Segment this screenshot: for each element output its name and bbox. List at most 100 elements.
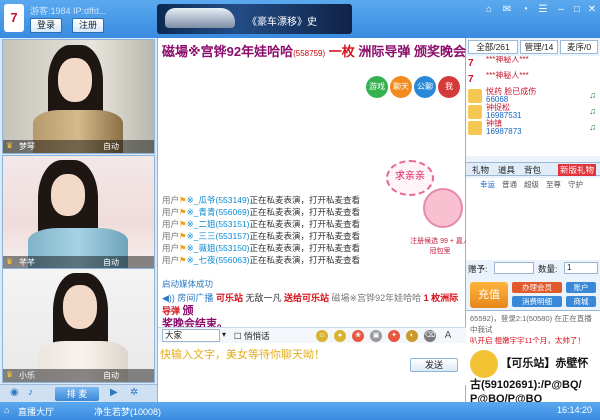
maximize-icon[interactable]: □: [570, 3, 584, 17]
quantity-select[interactable]: 1: [564, 262, 598, 274]
subtab-guard[interactable]: 守护: [568, 179, 583, 190]
send-button[interactable]: 发送: [410, 358, 458, 372]
clock: 16:14:20: [556, 405, 592, 415]
minimize-icon[interactable]: –: [554, 3, 568, 17]
room-name: 净生若梦(10008): [94, 407, 162, 417]
subtab-supreme[interactable]: 至尊: [546, 179, 561, 190]
color-icon[interactable]: ◐: [406, 330, 418, 342]
volume-icon[interactable]: ♪: [28, 387, 33, 398]
promo-messages: 65592)，登录2:1(50580) 在正在直播中我试 叭开启 棍嫩宇宇11个…: [466, 310, 600, 402]
video-slot-1[interactable]: ♛ 梦琴 自动: [2, 39, 155, 154]
camera-icon[interactable]: ▶: [110, 387, 118, 398]
tab-backpack[interactable]: 背包: [524, 164, 541, 176]
screenshot-icon[interactable]: ▣: [370, 330, 382, 342]
live-hall-link[interactable]: 直播大厅: [18, 405, 54, 418]
subtab-normal[interactable]: 普通: [502, 179, 517, 190]
list-item[interactable]: 悦药 脸已成伤 66068 ♫: [466, 88, 600, 104]
title-bar: 7 游客:1984 IP:dffd... 登录 注册 《豪车漂移》史 ⌂ ✉ ◔…: [0, 0, 600, 38]
wifi-icon[interactable]: ◔: [518, 3, 532, 17]
badge-icon: [470, 350, 498, 378]
pig-mascot-icon[interactable]: [423, 188, 463, 228]
list-item[interactable]: 7 ***神秘人***: [466, 56, 600, 72]
login-button[interactable]: 登录: [30, 18, 62, 33]
gear-icon[interactable]: ✲: [130, 387, 138, 398]
avatar: [468, 89, 482, 103]
flower-icon[interactable]: ❀: [352, 330, 364, 342]
skin-icon[interactable]: ⌂: [482, 3, 496, 17]
list-item[interactable]: 7 ***神秘人***: [466, 72, 600, 88]
message-icon[interactable]: ✉: [500, 3, 514, 17]
list-item[interactable]: 钟捉松 16987531 ♫: [466, 104, 600, 120]
app-logo: 7: [4, 4, 24, 32]
account-button[interactable]: 账户: [566, 282, 596, 293]
recipient-select[interactable]: 大家: [162, 329, 220, 342]
tab-props[interactable]: 道具: [498, 164, 515, 176]
gift-subtabs: 幸运 普通 超级 至尊 守护: [466, 178, 600, 190]
mic-toolbar: ◉ ♪ 排 麦 ▶ ✲: [0, 384, 157, 402]
subtab-super[interactable]: 超级: [524, 179, 539, 190]
speaker-icon[interactable]: ◉: [10, 387, 19, 398]
avatar: [468, 121, 482, 135]
gift-icon[interactable]: ✦: [388, 330, 400, 342]
media-status: 启动媒体成功: [162, 279, 214, 289]
clear-icon[interactable]: ⌫: [424, 330, 436, 342]
gift-form: 赠予: 数量: 1: [466, 261, 600, 277]
tab-new-gift[interactable]: 新版礼物: [558, 164, 597, 176]
video-slot-2[interactable]: ♛ 芊芊 自动: [2, 155, 155, 270]
chat-panel: 磁場※宫铧92年娃哈哈(558759) 一枚 洲际导弹 颁奖晚会结束。 游戏中心…: [157, 38, 470, 402]
mic-icon: ♫: [589, 106, 596, 116]
store-button[interactable]: 商城: [566, 296, 596, 307]
tab-all-users[interactable]: 全部/261: [468, 40, 518, 54]
status-bar: ⌂ 直播大厅 净生若梦(10008) 16:14:20: [0, 402, 600, 420]
video-caption: ♛ 梦琴 自动: [3, 140, 154, 153]
kiss-bubble[interactable]: 求亲亲: [386, 160, 434, 196]
list-item[interactable]: 钟镇 16987873 ♫: [466, 120, 600, 136]
crown-icon: ♛: [6, 370, 14, 379]
vip-button[interactable]: 办理会员: [512, 282, 562, 293]
close-icon[interactable]: ✕: [585, 3, 599, 17]
spending-button[interactable]: 消费明细: [512, 296, 562, 307]
home-icon[interactable]: ⌂: [4, 405, 9, 415]
crown-icon: ♛: [6, 141, 14, 150]
video-panel: ♛ 梦琴 自动 ♛ 芊芊 自动 ♛ 小乐 自动 ◉ ♪ 排 麦 ▶ ✲: [0, 38, 157, 402]
list-item: 用户⚑※_瓜爷(553149)正在私麦表演，打开私麦查看: [162, 195, 361, 205]
queue-mic-button[interactable]: 排 麦: [55, 387, 99, 401]
subtab-lucky[interactable]: 幸运: [480, 179, 495, 190]
list-item: 用户⚑※_薇姐(553150)正在私麦表演，打开私麦查看: [162, 243, 361, 253]
ad-banner[interactable]: 《豪车漂移》史: [157, 4, 352, 34]
tab-managers[interactable]: 管理/14: [520, 40, 558, 54]
system-messages: 用户⚑※_瓜爷(553149)正在私麦表演，打开私麦查看 用户⚑※_青青(556…: [162, 194, 392, 266]
recipient-field[interactable]: [494, 262, 534, 274]
gift-marquee: 磁場※宫铧92年娃哈哈(558759) 一枚 洲际导弹 颁奖晚会结束。: [162, 44, 467, 59]
settings-icon[interactable]: ☰: [536, 3, 550, 17]
public-chat-icon[interactable]: 公聊: [414, 76, 436, 98]
register-button[interactable]: 注册: [72, 18, 104, 33]
game-center-icon[interactable]: 游戏中心: [366, 76, 388, 113]
mic-icon: ♫: [589, 122, 596, 132]
gift-grid[interactable]: [466, 190, 600, 260]
room-broadcast: ◀)) 房间广播 可乐站 无敌一凡 送给可乐站 磁場※宫铧92年娃哈哈 1 枚洲…: [162, 293, 459, 330]
video-caption: ♛ 小乐 自动: [3, 369, 154, 382]
app-window: 7 游客:1984 IP:dffd... 登录 注册 《豪车漂移》史 ⌂ ✉ ◔…: [0, 0, 600, 420]
right-panel: 全部/261 管理/14 麦序/0 7 ***神秘人*** 7 ***神秘人*** …: [466, 38, 600, 402]
user-list: 7 ***神秘人*** 7 ***神秘人*** 悦药 脸已成伤 66068 ♫ 钟捉松 1…: [466, 56, 600, 156]
user-info: 游客:1984 IP:dffd...: [30, 6, 107, 16]
recharge-button[interactable]: 充值: [470, 282, 508, 308]
me-icon[interactable]: 我: [438, 76, 460, 98]
chevron-down-icon[interactable]: ▾: [222, 330, 226, 339]
list-item: 用户⚑※_二姐(553151)正在私麦表演，打开私麦查看: [162, 219, 361, 229]
avatar: [468, 105, 482, 119]
list-item: 用户⚑※_青青(556069)正在私麦表演，打开私麦查看: [162, 207, 361, 217]
pig-caption: 注册候选 99 + 嘉人冠包里: [410, 238, 470, 255]
video-slot-3[interactable]: ♛ 小乐 自动: [2, 268, 155, 383]
whisper-checkbox[interactable]: ☐ 悄悄话: [234, 330, 270, 342]
shake-icon[interactable]: ●: [334, 330, 346, 342]
chat-mode-icon[interactable]: 聊天: [390, 76, 412, 98]
tab-gift[interactable]: 礼物: [472, 164, 489, 176]
list-item: 用户⚑※_三三(553157)正在私麦表演，打开私麦查看: [162, 231, 361, 241]
emoji-icon[interactable]: ☺: [316, 330, 328, 342]
car-image: [165, 8, 235, 28]
font-icon[interactable]: A: [442, 330, 454, 342]
tab-mic-queue[interactable]: 麦序/0: [560, 40, 598, 54]
list-item: 用户⚑※_七夜(556063)正在私麦表演，打开私麦查看: [162, 255, 361, 265]
